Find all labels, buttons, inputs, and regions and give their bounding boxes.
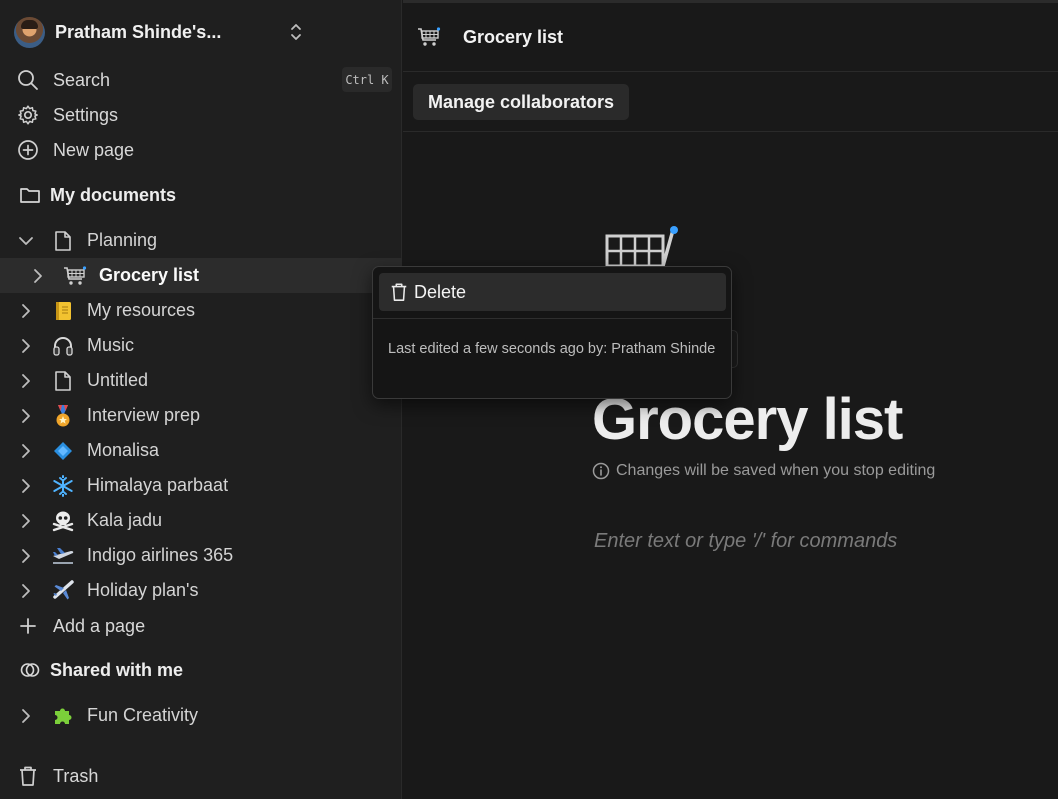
tree-item-untitled[interactable]: Untitled [0,363,402,398]
nav-search[interactable]: Search [16,65,110,95]
tree-item-interview-prep[interactable]: Interview prep [0,398,402,433]
chevron-right-icon[interactable] [18,303,34,319]
nav-new-page[interactable]: New page [16,135,134,165]
tree-item-my-resources[interactable]: My resources [0,293,402,328]
folder-icon [18,183,42,207]
tree-item-fun-creativity[interactable]: Fun Creativity [0,698,402,733]
shared-with-me-label: Shared with me [50,659,184,680]
tree-item-label: Planning [87,230,158,250]
menu-divider [373,318,731,319]
document-header: Grocery list [403,0,1058,72]
tree-item-label: Interview prep [87,405,201,425]
save-note-text: Changes will be saved when you stop edit… [616,462,936,479]
chevron-right-icon[interactable] [18,708,34,724]
section-shared-with-me[interactable]: Shared with me [18,655,183,685]
chevron-up-down-icon [291,24,301,40]
delete-menu-item[interactable]: Delete [379,273,726,311]
info-icon [592,462,610,480]
add-page-button[interactable]: Add a page [16,611,145,641]
tree-item-music[interactable]: Music [0,328,402,363]
trash-label: Trash [53,765,99,786]
tree-item-label: Himalaya parbaat [87,475,229,495]
trash-button[interactable]: Trash [16,761,98,791]
nav-settings[interactable]: Settings [16,100,118,130]
page-icon [51,229,75,253]
puzzle-emoji [51,704,75,728]
diamond-emoji [51,439,75,463]
tree-item-label: Monalisa [87,440,160,460]
add-page-label: Add a page [53,615,146,636]
airplane-emoji [51,579,75,603]
skull-crossbones-emoji [51,509,75,533]
chevron-right-icon[interactable] [18,478,34,494]
snowflake-emoji [51,474,75,498]
tree-item-monalisa[interactable]: Monalisa [0,433,402,468]
tree-item-label: Indigo airlines 365 [87,545,234,565]
chevron-right-icon[interactable] [18,408,34,424]
chevron-right-icon[interactable] [18,443,34,459]
shopping-cart-icon [418,27,441,46]
toolbar: Manage collaborators [403,72,1058,132]
chevron-right-icon[interactable] [18,373,34,389]
page-icon [51,369,75,393]
delete-label: Delete [414,281,467,302]
chevron-right-icon[interactable] [18,338,34,354]
search-icon [16,68,40,92]
medal-emoji [51,404,75,428]
context-menu: Delete Last edited a few seconds ago by:… [372,266,732,399]
new-page-label: New page [53,139,135,160]
search-shortcut: Ctrl K [342,67,392,92]
shared-circles-icon [18,658,42,682]
chevron-right-icon[interactable] [18,583,34,599]
chevron-right-icon[interactable] [18,548,34,564]
plus-circle-icon [16,138,40,162]
chevron-right-icon[interactable] [30,268,46,284]
sidebar: Pratham Shinde's... Search Ctrl K Settin… [0,0,402,799]
my-documents-label: My documents [50,184,177,205]
last-edited-info: Last edited a few seconds ago by: Pratha… [388,341,716,357]
notebook-emoji [51,299,75,323]
tree-item-holiday-plans[interactable]: Holiday plan's [0,573,402,608]
trash-icon [16,764,40,788]
plus-icon [16,614,40,638]
tree-item-label: Holiday plan's [87,580,199,600]
tree-item-label: Kala jadu [87,510,163,530]
chevron-down-icon[interactable] [18,233,34,249]
headphones-emoji [51,334,75,358]
header-title: Grocery list [463,27,564,47]
chevron-right-icon[interactable] [18,513,34,529]
workspace-name: Pratham Shinde's... [55,21,222,42]
manage-collaborators-button[interactable]: Manage collaborators [413,84,630,120]
tree-item-label: My resources [87,300,196,320]
trash-icon [391,283,407,301]
tree-item-planning[interactable]: Planning [0,223,402,258]
tree-item-indigo-airlines[interactable]: Indigo airlines 365 [0,538,402,573]
settings-label: Settings [53,104,119,125]
avatar [14,16,45,48]
tree-item-grocery-list[interactable]: Grocery list [0,258,402,293]
tree-item-label: Music [87,335,135,355]
tree-item-himalaya-parbaat[interactable]: Himalaya parbaat [0,468,402,503]
save-note: Changes will be saved when you stop edit… [592,462,935,480]
editor-input[interactable]: Enter text or type '/' for commands [594,530,897,553]
tree-item-label: Fun Creativity [87,705,199,725]
airplane-departure-emoji [51,544,75,568]
gear-icon [16,103,40,127]
search-label: Search [53,69,111,90]
workspace-switcher[interactable]: Pratham Shinde's... [14,16,314,48]
tree-item-label: Untitled [87,370,149,390]
tree-item-kala-jadu[interactable]: Kala jadu [0,503,402,538]
tree-item-label: Grocery list [99,265,200,285]
section-my-documents[interactable]: My documents [18,180,176,210]
shopping-cart-icon [63,264,87,288]
